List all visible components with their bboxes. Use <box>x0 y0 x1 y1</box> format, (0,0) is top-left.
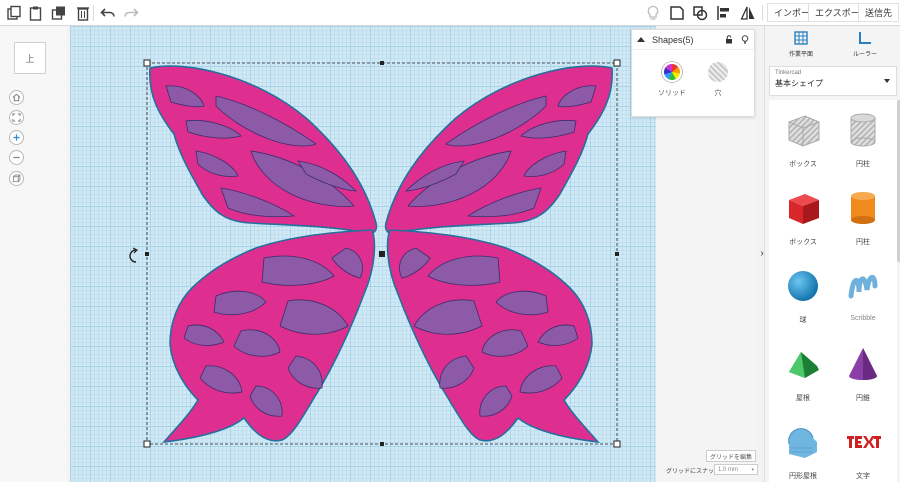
library-item-round-roof[interactable]: 円形屋根 <box>773 412 833 482</box>
redo-icon[interactable] <box>121 3 141 23</box>
solid-label: ソリッド <box>658 90 686 97</box>
mirror-icon[interactable] <box>738 3 758 23</box>
library-item-label: 円錐 <box>856 395 870 402</box>
zoom-out-icon[interactable] <box>9 150 24 165</box>
upper-left-wing[interactable] <box>149 65 378 235</box>
trash-icon[interactable] <box>73 3 93 23</box>
toolbar-divider <box>762 5 763 21</box>
paste-icon[interactable] <box>26 3 46 23</box>
sphere-icon <box>788 271 818 301</box>
shape-library-panel: 作業平面 ルーラー Tinkercad 基本シェイプ ボックス 円柱 ボックス … <box>764 26 900 482</box>
box-icon <box>789 194 819 224</box>
box-hole-icon <box>788 115 820 147</box>
text-3d-icon <box>847 436 881 448</box>
lightbulb-icon[interactable] <box>741 35 749 44</box>
ruler-icon <box>859 32 871 44</box>
round-roof-icon <box>788 428 817 458</box>
library-item-box-hole[interactable]: ボックス <box>773 100 833 178</box>
ruler-tool[interactable]: ルーラー <box>835 30 895 58</box>
copy-icon[interactable] <box>4 3 24 23</box>
view-controls-panel: 上 <box>0 26 66 482</box>
library-item-label: 文字 <box>856 473 870 480</box>
view-cube[interactable]: 上 <box>14 42 46 74</box>
roof-icon <box>789 352 819 378</box>
library-item-label: 円柱 <box>856 239 870 246</box>
fit-view-icon[interactable] <box>9 110 24 125</box>
cylinder-hole-icon <box>850 113 876 147</box>
workplane-icon <box>794 31 808 45</box>
workplane-label: 作業平面 <box>788 52 813 58</box>
toolbar-divider <box>93 5 94 21</box>
lightbulb-icon[interactable] <box>643 3 663 23</box>
snap-grid-label: グリッドにスナップ <box>666 469 721 475</box>
library-item-cylinder[interactable]: 円柱 <box>833 178 893 256</box>
lower-left-wing[interactable] <box>162 229 376 444</box>
collapse-triangle-icon[interactable] <box>637 37 645 42</box>
library-item-label: 球 <box>799 317 807 324</box>
group-icon[interactable] <box>690 3 710 23</box>
home-view-icon[interactable] <box>9 90 24 105</box>
hole-pattern-icon <box>708 62 728 82</box>
solid-option[interactable]: ソリッド <box>652 62 692 98</box>
snap-grid-select[interactable]: 1.0 mm ▾ <box>714 464 758 475</box>
align-icon[interactable] <box>714 3 734 23</box>
library-item-label: ボックス <box>789 239 817 246</box>
library-category: 基本シェイプ <box>775 79 823 88</box>
shape-library-list: ボックス 円柱 ボックス 円柱 球 Scribble 屋根 円錐 円形屋根 文字 <box>769 100 897 482</box>
right-tools: 作業平面 ルーラー <box>765 26 900 66</box>
library-item-cone[interactable]: 円錐 <box>833 334 893 412</box>
scribble-icon <box>848 275 878 299</box>
library-item-scribble[interactable]: Scribble <box>833 256 893 334</box>
hole-label: 穴 <box>714 90 722 97</box>
library-selector[interactable]: Tinkercad 基本シェイプ <box>769 66 897 96</box>
zoom-in-icon[interactable] <box>9 130 24 145</box>
comment-shape-icon[interactable] <box>667 3 687 23</box>
library-item-box[interactable]: ボックス <box>773 178 833 256</box>
cone-icon <box>849 348 877 380</box>
hole-option[interactable]: 穴 <box>698 62 738 98</box>
library-item-cylinder-hole[interactable]: 円柱 <box>833 100 893 178</box>
lower-right-wing[interactable] <box>386 229 600 444</box>
undo-icon[interactable] <box>98 3 118 23</box>
library-item-label: 屋根 <box>796 395 810 402</box>
library-item-label: Scribble <box>850 315 876 322</box>
ruler-label: ルーラー <box>852 52 877 58</box>
tinkercad-editor: インポート エクスポート 送信先 上 Shapes(5) ソリッド 穴 グリッド… <box>0 0 900 482</box>
edit-grid-button[interactable]: グリッドを編集 <box>706 450 756 462</box>
library-item-sphere[interactable]: 球 <box>773 256 833 334</box>
perspective-icon[interactable] <box>9 171 24 186</box>
cylinder-icon <box>851 192 875 224</box>
upper-right-wing[interactable] <box>384 65 613 235</box>
library-item-label: 円形屋根 <box>789 473 817 480</box>
shape-inspector-title: Shapes(5) <box>652 34 694 45</box>
library-item-roof[interactable]: 屋根 <box>773 334 833 412</box>
shape-inspector: Shapes(5) ソリッド 穴 <box>631 29 755 117</box>
workplane-tool[interactable]: 作業平面 <box>771 30 831 58</box>
library-source: Tinkercad <box>775 70 802 76</box>
send-to-button[interactable]: 送信先 <box>858 3 900 22</box>
dropdown-caret-icon <box>884 79 890 83</box>
dropdown-arrow-icon: ▾ <box>751 466 754 473</box>
library-item-label: ボックス <box>789 161 817 168</box>
top-toolbar: インポート エクスポート 送信先 <box>0 0 900 26</box>
shape-inspector-header: Shapes(5) <box>632 30 754 50</box>
library-item-text[interactable]: 文字 <box>833 412 893 482</box>
snap-grid-value: 1.0 mm <box>718 466 739 473</box>
library-item-label: 円柱 <box>856 161 870 168</box>
lock-icon[interactable] <box>725 35 733 44</box>
duplicate-icon[interactable] <box>49 3 69 23</box>
solid-color-icon <box>662 62 682 82</box>
